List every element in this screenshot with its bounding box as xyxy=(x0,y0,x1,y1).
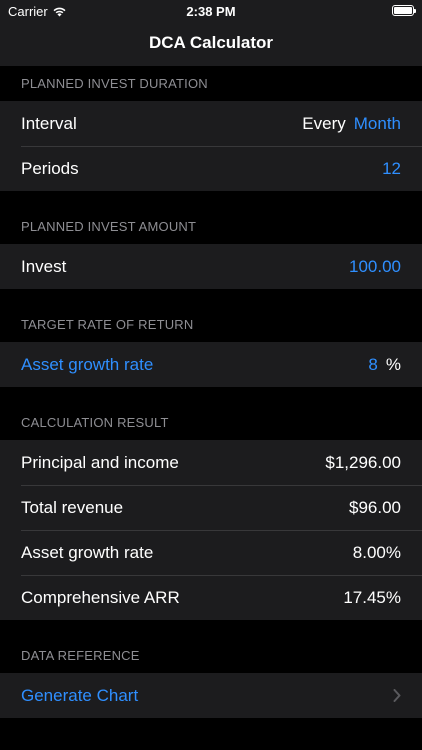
status-time: 2:38 PM xyxy=(186,4,236,19)
rate-group: Asset growth rate 8 % xyxy=(0,342,422,387)
amount-group: Invest 100.00 xyxy=(0,244,422,289)
section-header-reference: DATA REFERENCE xyxy=(21,648,140,663)
interval-row[interactable]: Interval Every Month xyxy=(0,101,422,146)
section-header-duration: PLANNED INVEST DURATION xyxy=(21,76,208,91)
interval-prefix: Every xyxy=(302,113,346,133)
result-value: 17.45% xyxy=(343,587,401,607)
section-header-result: CALCULATION RESULT xyxy=(21,415,169,430)
page-title: DCA Calculator xyxy=(148,33,274,52)
invest-input[interactable]: 100.00 xyxy=(349,257,401,277)
periods-label: Periods xyxy=(21,158,79,178)
status-bar: Carrier 2:38 PM xyxy=(0,0,422,22)
navigation-bar: DCA Calculator xyxy=(0,22,422,66)
result-label: Total revenue xyxy=(21,497,124,517)
growth-rate-row[interactable]: Asset growth rate 8 % xyxy=(0,342,422,387)
invest-row[interactable]: Invest 100.00 xyxy=(0,244,422,289)
reference-group: Generate Chart xyxy=(0,673,422,718)
settings-list: PLANNED INVEST DURATION Interval Every M… xyxy=(0,66,422,718)
chevron-right-icon xyxy=(393,689,401,702)
interval-value: Every Month xyxy=(302,114,401,134)
growth-rate-input[interactable]: 8 xyxy=(368,355,377,375)
result-group: Principal and income $1,296.00 Total rev… xyxy=(0,440,422,620)
result-value: $96.00 xyxy=(349,497,401,517)
result-label: Asset growth rate xyxy=(21,542,154,562)
result-row: Asset growth rate 8.00% xyxy=(0,530,422,575)
result-row: Comprehensive ARR 17.45% xyxy=(0,575,422,620)
battery-icon xyxy=(392,5,416,16)
interval-label: Interval xyxy=(21,113,77,133)
duration-group: Interval Every Month Periods 12 xyxy=(0,101,422,191)
growth-rate-value: 8 % xyxy=(368,355,401,375)
generate-chart-button[interactable]: Generate Chart xyxy=(0,673,422,718)
invest-label: Invest xyxy=(21,256,67,276)
periods-input[interactable]: 12 xyxy=(382,159,401,179)
result-label: Principal and income xyxy=(21,452,179,472)
screen: Carrier 2:38 PM DCA Calculator PLANNED I… xyxy=(0,0,422,750)
percent-unit: % xyxy=(385,354,401,374)
generate-chart-label: Generate Chart xyxy=(21,685,139,705)
result-row: Total revenue $96.00 xyxy=(0,485,422,530)
interval-picker[interactable]: Month xyxy=(354,114,401,134)
periods-row[interactable]: Periods 12 xyxy=(0,146,422,191)
result-row: Principal and income $1,296.00 xyxy=(0,440,422,485)
result-value: 8.00% xyxy=(352,542,401,562)
growth-rate-label: Asset growth rate xyxy=(21,354,154,374)
section-header-rate: TARGET RATE OF RETURN xyxy=(21,317,194,332)
result-value: $1,296.00 xyxy=(325,452,401,472)
section-header-amount: PLANNED INVEST AMOUNT xyxy=(21,219,197,234)
result-label: Comprehensive ARR xyxy=(21,587,180,607)
